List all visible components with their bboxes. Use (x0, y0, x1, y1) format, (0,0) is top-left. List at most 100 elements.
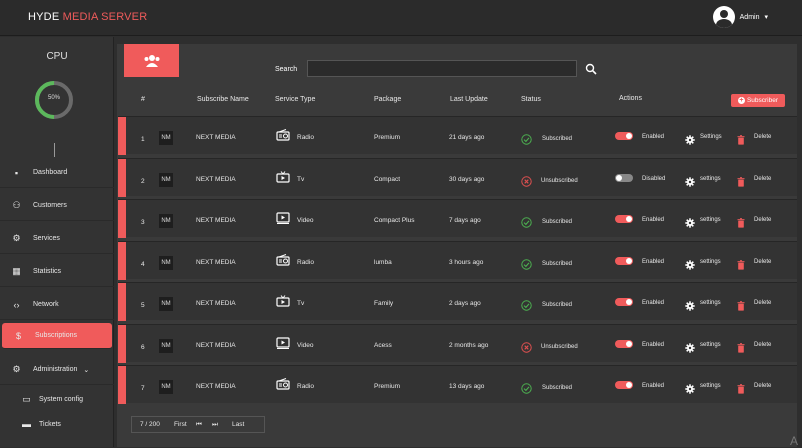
enabled-toggle[interactable] (615, 256, 633, 265)
column-header-status: Status (521, 96, 541, 103)
enabled-toggle[interactable] (615, 215, 633, 223)
settings-button[interactable]: settings (700, 259, 721, 265)
service-type: Video (297, 217, 314, 224)
trash-icon[interactable] (737, 215, 745, 228)
sidebar-item-label: Network (33, 301, 59, 308)
sidebar-item-subscriptions[interactable]: $ Subscriptions (2, 323, 112, 349)
delete-button[interactable]: Delete (754, 134, 771, 140)
trash-icon[interactable] (737, 381, 745, 394)
settings-button[interactable]: settings (700, 176, 721, 182)
row-number: 3 (141, 219, 145, 226)
table-row: 2 NM NEXT MEDIA Tv Compact 30 days ago Unsubsc… (118, 157, 797, 197)
settings-button[interactable]: settings (700, 217, 721, 223)
enabled-toggle[interactable] (615, 132, 633, 140)
previous-page-icon[interactable]: ⏮ (196, 421, 202, 429)
divider (54, 143, 55, 157)
table-row: 4 NM NEXT MEDIA Radio lumba 3 hours ago Subscr… (118, 240, 797, 280)
top-bar: HYDE MEDIA SERVER Admin ▾ (0, 0, 802, 36)
gear-icon[interactable] (685, 132, 695, 145)
row-number: 5 (141, 302, 145, 309)
service-type: Tv (297, 175, 305, 183)
page-count: 7 / 200 (140, 421, 160, 428)
last-update: 7 days ago (449, 217, 481, 224)
delete-button[interactable]: Delete (754, 217, 771, 223)
column-header-actions: Actions (619, 95, 642, 102)
trash-icon[interactable] (737, 132, 745, 145)
search-input[interactable] (307, 60, 577, 77)
next-page-icon[interactable]: ⏭ (212, 421, 218, 429)
last-update: 3 hours ago (449, 258, 484, 266)
row-accent (118, 283, 126, 321)
enabled-toggle[interactable] (615, 381, 633, 389)
services-icon: ⚙ (12, 233, 21, 243)
column-header-name: Subscribe Name (197, 96, 249, 103)
sidebar-item-tickets[interactable]: ▬ Tickets (0, 409, 114, 439)
service-type: Video (297, 341, 314, 349)
settings-button[interactable]: settings (700, 300, 721, 306)
user-avatar-icon[interactable] (712, 6, 735, 28)
column-header-service: Service Type (275, 96, 316, 103)
status-label: Subscribed (542, 136, 573, 142)
settings-button[interactable]: Settings (700, 134, 722, 140)
table-row: 3 NM NEXT MEDIA Video Compact Plus 7 days ago… (118, 199, 797, 238)
sidebar: CPU 50% ▪ Dashboard ⚇ Customers ⚙ Servic… (0, 37, 114, 447)
gear-icon[interactable] (685, 257, 695, 270)
user-menu[interactable]: Admin ▾ (712, 6, 768, 28)
gear-icon[interactable] (685, 298, 695, 311)
gear-icon[interactable] (685, 174, 695, 187)
subscriptions-header-card (124, 44, 179, 77)
row-accent (118, 200, 126, 238)
subscriptions-icon: $ (15, 330, 21, 341)
last-update: 30 days ago (449, 175, 485, 183)
delete-button[interactable]: Delete (754, 383, 771, 389)
radio-icon (276, 253, 290, 266)
check-circle-icon (521, 298, 532, 311)
delete-button[interactable]: Delete (754, 300, 771, 306)
search-icon[interactable] (585, 63, 597, 75)
trash-icon[interactable] (737, 174, 745, 187)
plus-icon: + (737, 97, 745, 104)
sidebar-item-statistics[interactable]: ▦ Statistics (0, 257, 114, 287)
settings-button[interactable]: settings (700, 383, 721, 389)
sidebar-item-label: Subscriptions (35, 332, 78, 339)
last-page-button[interactable]: Last (232, 421, 244, 428)
enabled-toggle[interactable] (615, 173, 633, 182)
last-update: 13 days ago (449, 383, 485, 390)
sidebar-item-customers[interactable]: ⚇ Customers (0, 191, 114, 221)
package: Premium (374, 383, 401, 390)
brand-name: HYDE (28, 11, 60, 23)
trash-icon[interactable] (737, 298, 745, 311)
service-type: Radio (297, 383, 314, 390)
sidebar-item-network[interactable]: ‹› Network (0, 290, 114, 320)
tv-icon (276, 295, 290, 307)
gear-icon[interactable] (685, 381, 695, 394)
trash-icon[interactable] (737, 340, 745, 353)
sidebar-item-administration[interactable]: ⚙ Administration ⌄ (0, 355, 114, 385)
first-page-button[interactable]: First (174, 421, 187, 428)
radio-icon (276, 129, 290, 141)
toggle-label: Enabled (642, 383, 665, 389)
add-subscriber-label: Subscriber (746, 97, 779, 104)
sidebar-item-label: Tickets (39, 420, 61, 428)
enabled-toggle[interactable] (615, 298, 633, 306)
delete-button[interactable]: Delete (754, 342, 771, 348)
trash-icon[interactable] (737, 257, 745, 270)
subscriber-name: NEXT MEDIA (196, 134, 236, 141)
sidebar-item-dashboard[interactable]: ▪ Dashboard (0, 158, 114, 188)
column-header-number: # (141, 96, 145, 103)
sidebar-item-services[interactable]: ⚙ Services (0, 224, 114, 254)
subscriber-badge: NM (159, 380, 173, 394)
delete-button[interactable]: Delete (754, 259, 771, 265)
status-label: Subscribed (542, 219, 573, 225)
add-subscriber-button[interactable]: + Subscriber (731, 94, 785, 107)
cpu-title: CPU (46, 51, 68, 62)
subscriber-name: NEXT MEDIA (196, 258, 236, 266)
subscriber-badge: NM (159, 131, 173, 145)
enabled-toggle[interactable] (615, 339, 633, 348)
service-type: Radio (297, 134, 314, 141)
gear-icon[interactable] (685, 215, 695, 228)
delete-button[interactable]: Delete (754, 176, 771, 182)
last-update: 2 days ago (449, 300, 481, 307)
settings-button[interactable]: settings (700, 342, 721, 348)
gear-icon[interactable] (685, 340, 695, 353)
